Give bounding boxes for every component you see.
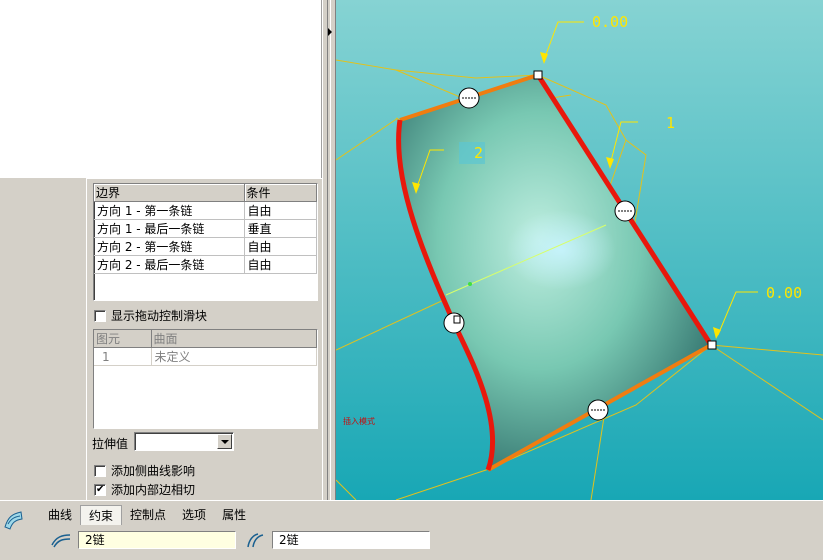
condition-cell[interactable]: 自由 bbox=[244, 255, 317, 274]
tab-properties[interactable]: 属性 bbox=[214, 505, 254, 525]
table-row[interactable]: 方向 1 - 最后一条链 垂直 bbox=[94, 219, 317, 238]
add-side-curve-checkbox[interactable]: 添加侧曲线影响 bbox=[94, 462, 195, 479]
tab-control-points[interactable]: 控制点 bbox=[122, 505, 174, 525]
dashboard: 曲线 约束 控制点 选项 属性 2链 2链 bbox=[0, 500, 823, 560]
tab-curves[interactable]: 曲线 bbox=[40, 505, 80, 525]
table-row: 1 未定义 bbox=[94, 347, 317, 366]
add-side-curve-label: 添加侧曲线影响 bbox=[111, 464, 196, 478]
column-header-boundary[interactable]: 边界 bbox=[94, 184, 245, 202]
graphics-viewport[interactable]: 0.00 1 2 0.00 插入模式 bbox=[336, 0, 823, 500]
first-direction-icon bbox=[51, 534, 71, 548]
corner-handle-top[interactable] bbox=[533, 70, 543, 80]
chain-handle-top[interactable] bbox=[458, 87, 480, 109]
surface-cell: 未定义 bbox=[151, 347, 317, 366]
first-direction-field[interactable]: 2链 bbox=[78, 531, 236, 549]
element-cell: 1 bbox=[94, 347, 152, 366]
stretch-value-label: 拉伸值 bbox=[92, 437, 129, 451]
boundary-cell[interactable]: 方向 2 - 最后一条链 bbox=[94, 255, 245, 274]
splitter-bar[interactable] bbox=[327, 0, 331, 500]
boundary-cell[interactable]: 方向 1 - 第一条链 bbox=[94, 201, 245, 220]
chain-handle-left[interactable] bbox=[443, 312, 465, 334]
element-surface-table: 图元 曲面 1 未定义 bbox=[93, 329, 318, 429]
condition-cell[interactable]: 自由 bbox=[244, 201, 317, 220]
tab-options[interactable]: 选项 bbox=[174, 505, 214, 525]
left-gray-area bbox=[0, 178, 86, 500]
show-drag-handles-checkbox[interactable]: 显示拖动控制滑块 bbox=[94, 307, 207, 324]
model-tree-area bbox=[0, 0, 322, 178]
checkbox-box[interactable] bbox=[94, 309, 106, 322]
add-inner-edge-label: 添加内部边相切 bbox=[111, 483, 196, 497]
add-inner-edge-checkbox[interactable]: 添加内部边相切 bbox=[94, 481, 195, 498]
dropdown-arrow-icon[interactable] bbox=[217, 434, 232, 449]
boundary-cell[interactable]: 方向 2 - 第一条链 bbox=[94, 237, 245, 256]
constraints-panel: 边界 条件 方向 1 - 第一条链 自由 方向 1 - 最后一条链 垂直 方向 … bbox=[86, 178, 322, 500]
second-direction-collector[interactable]: 2链 bbox=[244, 531, 430, 549]
boundary-cell[interactable]: 方向 1 - 最后一条链 bbox=[94, 219, 245, 238]
mode-status-text: 插入模式 bbox=[343, 416, 375, 426]
annotation-right-corner[interactable]: 0.00 bbox=[766, 284, 802, 302]
boundary-blend-window: 边界 条件 方向 1 - 第一条链 自由 方向 1 - 最后一条链 垂直 方向 … bbox=[0, 0, 823, 560]
center-point bbox=[468, 282, 472, 286]
table-row[interactable]: 方向 2 - 最后一条链 自由 bbox=[94, 255, 317, 274]
stretch-value-combo[interactable] bbox=[134, 432, 234, 451]
panel-splitter[interactable] bbox=[322, 0, 336, 500]
condition-cell[interactable]: 自由 bbox=[244, 237, 317, 256]
boundary-blend-icon bbox=[4, 511, 23, 530]
checkbox-box[interactable] bbox=[94, 464, 106, 477]
dashboard-tabs: 曲线 约束 控制点 选项 属性 bbox=[40, 505, 254, 525]
checkbox-box[interactable] bbox=[94, 483, 106, 496]
tab-constraints[interactable]: 约束 bbox=[80, 505, 123, 525]
show-drag-handles-label: 显示拖动控制滑块 bbox=[111, 309, 208, 323]
first-direction-collector[interactable]: 2链 bbox=[50, 531, 236, 549]
boundary-condition-table: 边界 条件 方向 1 - 第一条链 自由 方向 1 - 最后一条链 垂直 方向 … bbox=[93, 183, 318, 301]
column-header-element: 图元 bbox=[94, 330, 152, 348]
chain-handle-right[interactable] bbox=[614, 200, 636, 222]
surface-highlight bbox=[506, 210, 616, 290]
annotation-right-edge[interactable]: 1 bbox=[666, 114, 675, 132]
column-header-surface: 曲面 bbox=[151, 330, 317, 348]
collapse-arrow-icon[interactable] bbox=[328, 28, 332, 36]
corner-handle-right[interactable] bbox=[707, 340, 717, 350]
model-canvas[interactable]: 0.00 1 2 0.00 插入模式 bbox=[336, 0, 823, 500]
table-row[interactable]: 方向 2 - 第一条链 自由 bbox=[94, 237, 317, 256]
chain-handle-bottom[interactable] bbox=[587, 399, 609, 421]
annotation-left-edge[interactable]: 2 bbox=[474, 144, 483, 162]
second-direction-icon bbox=[247, 533, 264, 548]
table-row[interactable]: 方向 1 - 第一条链 自由 bbox=[94, 201, 317, 220]
second-direction-field[interactable]: 2链 bbox=[272, 531, 430, 549]
annotation-top[interactable]: 0.00 bbox=[592, 13, 628, 31]
column-header-condition[interactable]: 条件 bbox=[244, 184, 317, 202]
condition-cell[interactable]: 垂直 bbox=[244, 219, 317, 238]
